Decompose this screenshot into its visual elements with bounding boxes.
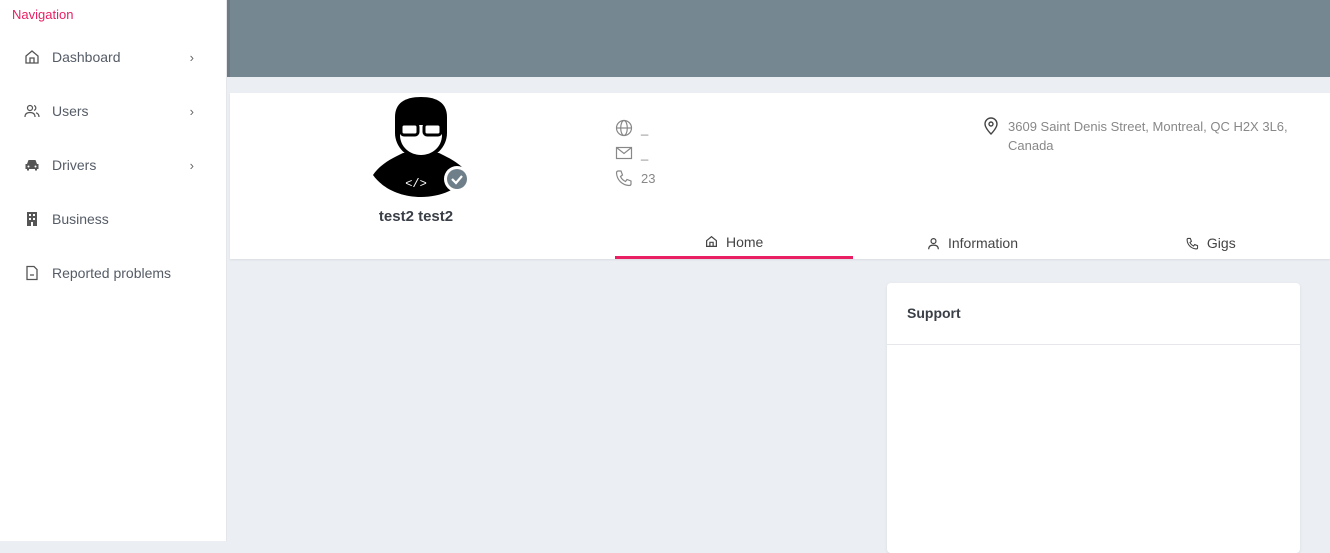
address-value: 3609 Saint Denis Street, Montreal, QC H2… (1008, 119, 1288, 153)
chevron-right-icon: › (189, 103, 194, 119)
sidebar: Navigation Dashboard › Users › Drivers ›… (0, 0, 227, 541)
building-icon (27, 212, 37, 226)
phone-row: 23 (615, 169, 655, 187)
phone-icon (1186, 237, 1199, 249)
profile-name: test2 test2 (378, 208, 454, 225)
tab-gigs[interactable]: Gigs (1092, 227, 1330, 259)
tab-information[interactable]: Information (853, 227, 1091, 259)
file-icon (26, 265, 38, 281)
sidebar-item-users[interactable]: Users › (24, 99, 204, 123)
email-row: _ (615, 144, 648, 162)
sidebar-item-business[interactable]: Business (24, 207, 204, 231)
tab-label: Information (947, 235, 1019, 251)
phone-value: 23 (641, 170, 656, 186)
tab-label: Home (725, 233, 764, 250)
user-icon (927, 237, 939, 249)
car-icon (25, 160, 39, 171)
address-row: 3609 Saint Denis Street, Montreal, QC H2… (982, 117, 1302, 155)
sidebar-item-dashboard[interactable]: Dashboard › (24, 45, 204, 69)
users-icon (24, 104, 40, 118)
home-icon (706, 235, 717, 247)
website-value: _ (641, 120, 649, 136)
support-title: Support (887, 283, 1300, 345)
top-banner (230, 0, 1330, 77)
map-pin-icon (984, 117, 998, 135)
sidebar-item-label: Drivers (52, 157, 97, 173)
tab-home[interactable]: Home (615, 227, 854, 259)
avatar: </> (373, 97, 469, 197)
support-card: Support (887, 283, 1300, 553)
home-icon (25, 50, 39, 64)
profile-header: </> test2 test2 _ _ 23 3609 Saint Denis … (230, 93, 1330, 259)
phone-icon (615, 170, 632, 187)
avatar-code: </> (405, 177, 427, 191)
website-row: _ (615, 119, 648, 137)
sidebar-item-label: Dashboard (52, 49, 121, 65)
sidebar-item-label: Business (52, 211, 109, 227)
sidebar-item-reported-problems[interactable]: Reported problems (24, 261, 204, 285)
mail-icon (615, 146, 633, 160)
email-value: _ (641, 145, 649, 161)
chevron-right-icon: › (189, 157, 194, 173)
profile-tabs: Home Information Gigs (615, 227, 1330, 259)
nav-title: Navigation (12, 7, 74, 22)
chevron-right-icon: › (189, 49, 194, 65)
tab-label: Gigs (1206, 235, 1236, 251)
sidebar-item-label: Users (52, 103, 89, 119)
sidebar-item-drivers[interactable]: Drivers › (24, 153, 204, 177)
sidebar-item-label: Reported problems (52, 265, 172, 281)
globe-icon (615, 119, 633, 137)
